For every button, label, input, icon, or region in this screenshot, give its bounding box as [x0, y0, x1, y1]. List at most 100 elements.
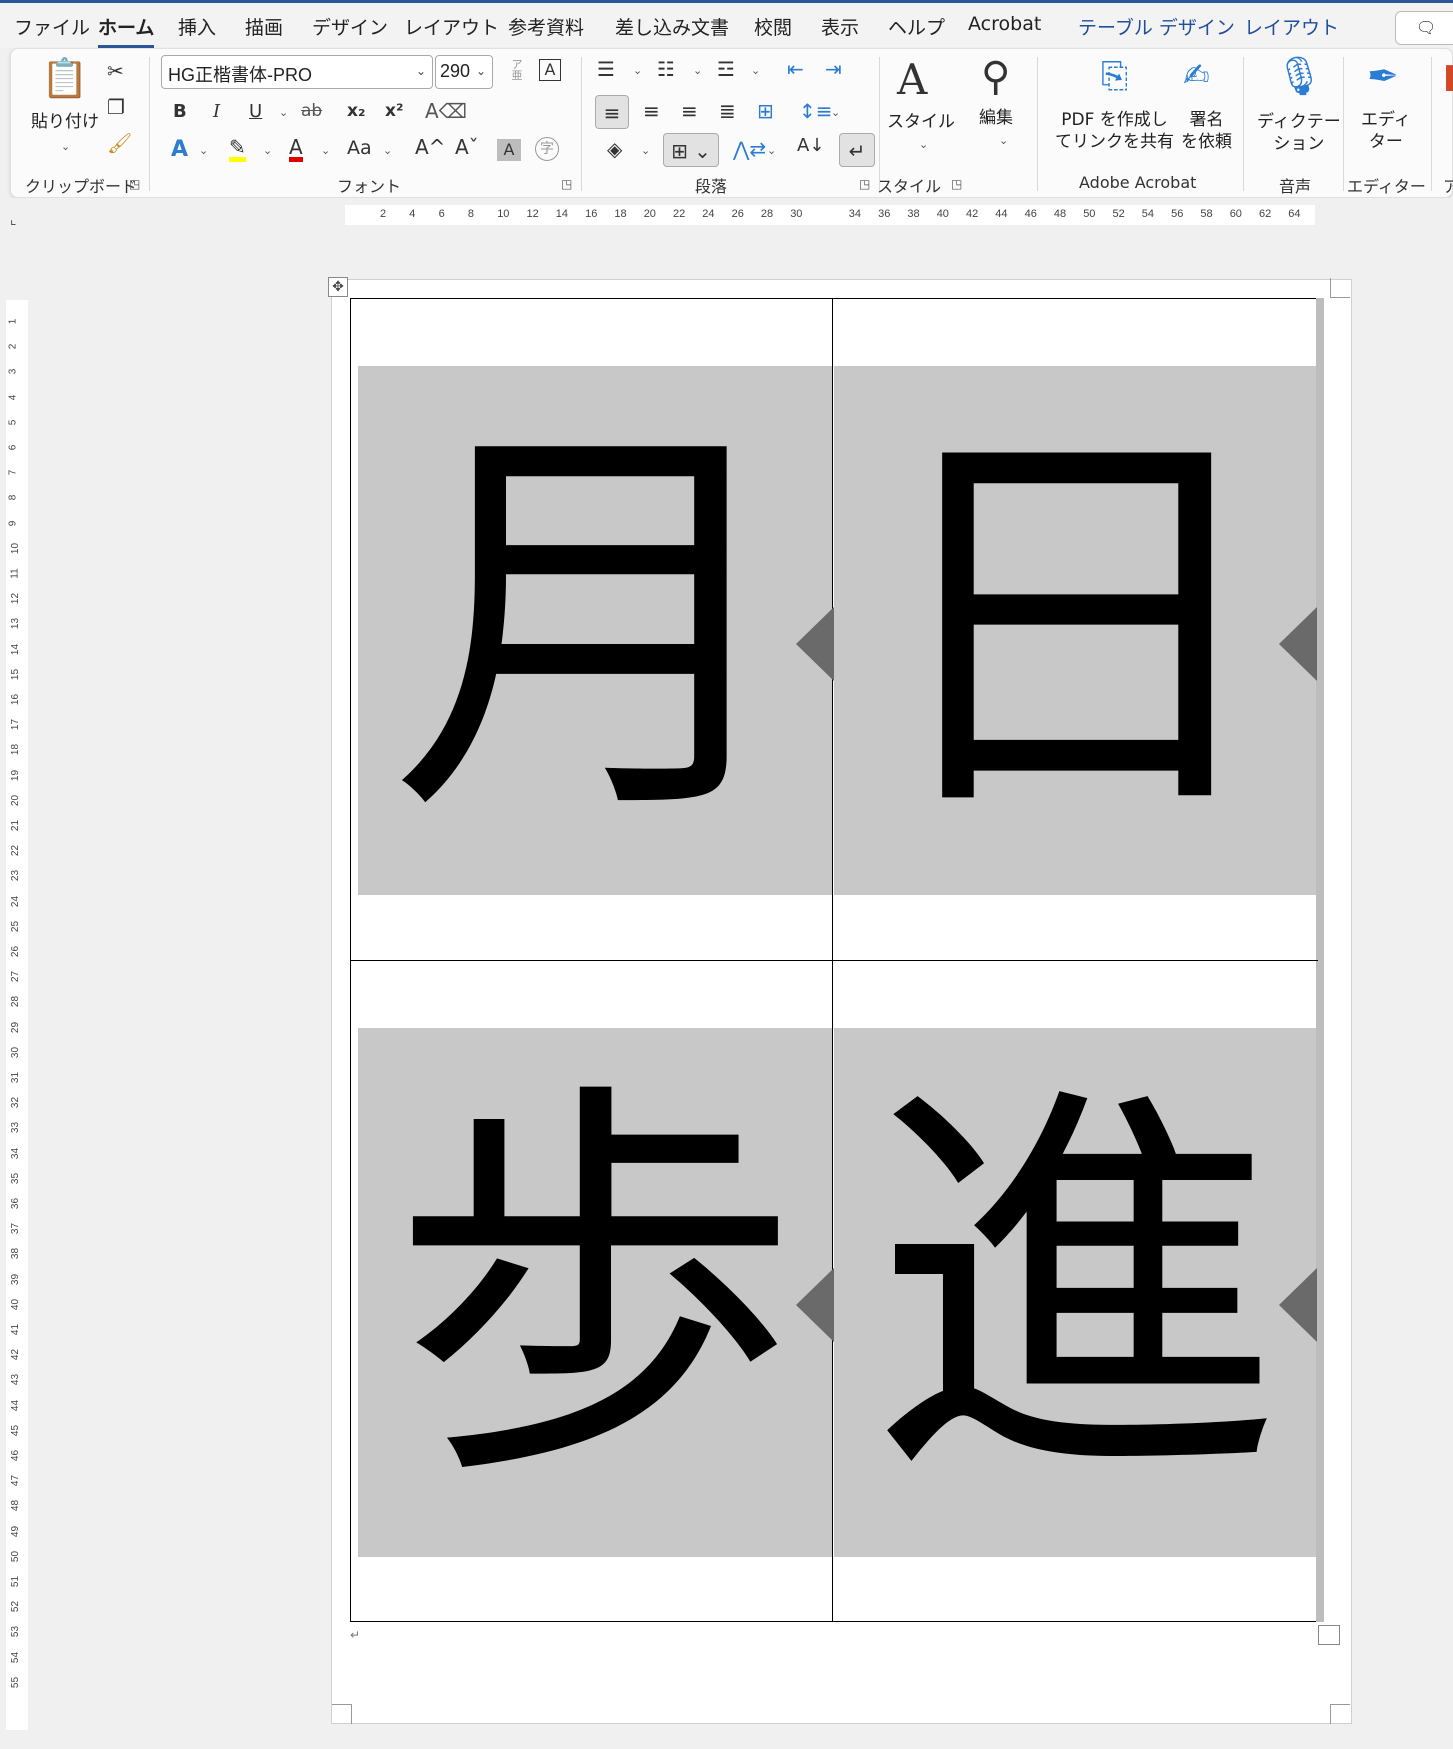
kanji-card-text: 進 [870, 1050, 1280, 1528]
font-color-icon[interactable]: A [289, 137, 303, 162]
tab-table-layout[interactable]: レイアウト [1244, 13, 1339, 40]
pdf-share-button[interactable]: PDF を作成し てリンクを共有 [1055, 109, 1174, 153]
character-shading-button[interactable]: A [497, 139, 521, 161]
underline-button[interactable]: U [249, 103, 262, 121]
request-signature-icon[interactable]: ✍ [1183, 59, 1210, 91]
chevron-down-icon[interactable]: ⌄ [999, 135, 1008, 146]
bullets-icon[interactable]: ☰ [597, 59, 615, 79]
microphone-icon[interactable]: 🎙 [1275, 57, 1323, 95]
increase-indent-icon[interactable]: ⇥ [825, 59, 842, 79]
superscript-button[interactable]: x² [385, 103, 403, 120]
subscript-button[interactable]: x₂ [347, 103, 365, 120]
ruler-number: 38 [907, 208, 920, 220]
tab-insert[interactable]: 挿入 [178, 13, 216, 40]
paste-button[interactable]: 貼り付け [31, 111, 99, 133]
card-cell-3[interactable]: 歩 [358, 1028, 832, 1557]
italic-button[interactable]: I [213, 103, 220, 121]
clear-formatting-icon[interactable]: A⌫ [425, 101, 467, 121]
decrease-indent-icon[interactable]: ⇤ [787, 59, 804, 79]
asian-layout-icon[interactable]: ⋀⇄ [733, 139, 766, 159]
kanji-card-text: 日 [870, 388, 1280, 866]
chevron-down-icon[interactable]: ⌄ [199, 145, 208, 156]
card-cell-2[interactable]: 日 [834, 366, 1316, 895]
font-launcher-icon[interactable]: ◳ [561, 177, 572, 191]
align-center-icon[interactable]: ≡ [643, 101, 660, 121]
acrobat-group-label: Adobe Acrobat [1079, 173, 1197, 192]
strikethrough-button[interactable]: ab [301, 103, 322, 120]
tab-acrobat[interactable]: Acrobat [968, 13, 1041, 35]
text-effects-icon[interactable]: A [171, 139, 188, 161]
numbering-icon[interactable]: ☷ [657, 59, 675, 79]
chevron-down-icon[interactable]: ⌄ [633, 65, 642, 76]
tab-references[interactable]: 参考資料 [508, 13, 584, 40]
tab-draw[interactable]: 描画 [245, 13, 283, 40]
chevron-down-icon[interactable]: ⌄ [831, 107, 840, 118]
cut-icon[interactable]: ✂ [107, 61, 124, 81]
distributed-icon[interactable]: ⊞ [757, 101, 774, 121]
vertical-ruler[interactable]: 1 2 3 4 5 6 7 8 9 10 11 12 13 14 15 16 17 18 19 20 21 22 23 24 2… [6, 300, 28, 1730]
request-signature-button[interactable]: 署名 を依頼 [1181, 109, 1232, 153]
font-size-box[interactable]: 290 ⌄ [435, 55, 493, 89]
editing-button[interactable]: 編集 [979, 107, 1013, 129]
change-case-button[interactable]: Aa [347, 139, 372, 158]
highlight-icon[interactable]: ✎ [229, 137, 246, 162]
bold-button[interactable]: B [173, 103, 187, 121]
table-move-handle-icon[interactable]: ✥ [328, 277, 348, 297]
paste-dropdown-icon[interactable]: ⌄ [61, 141, 70, 152]
styles-button[interactable]: スタイル [887, 111, 955, 133]
chevron-down-icon[interactable]: ⌄ [263, 145, 272, 156]
align-right-icon[interactable]: ≡ [681, 101, 698, 121]
chevron-down-icon[interactable]: ⌄ [321, 145, 330, 156]
format-painter-icon[interactable]: 🖌 [107, 133, 132, 153]
chevron-down-icon[interactable]: ⌄ [751, 65, 760, 76]
tab-mailings[interactable]: 差し込み文書 [615, 13, 729, 40]
editor-pen-icon[interactable]: ✒ [1367, 57, 1399, 95]
paste-icon[interactable]: 📋 [41, 59, 88, 97]
chevron-down-icon[interactable]: ⌄ [693, 65, 702, 76]
line-spacing-icon[interactable]: ↕≡ [799, 101, 833, 121]
pdf-share-icon[interactable]: ⎘ [1101, 59, 1128, 93]
find-icon[interactable]: ⚲ [981, 57, 1010, 97]
tab-layout[interactable]: レイアウト [404, 13, 499, 40]
chevron-down-icon[interactable]: ⌄ [641, 145, 650, 156]
align-left-icon[interactable]: ≡ [595, 95, 629, 129]
tab-review[interactable]: 校閲 [754, 13, 792, 40]
shrink-font-button[interactable]: Aˇ [455, 137, 479, 157]
chevron-down-icon[interactable]: ⌄ [383, 145, 392, 156]
chevron-down-icon[interactable]: ⌄ [279, 107, 288, 118]
styles-launcher-icon[interactable]: ◳ [951, 177, 962, 191]
tab-help[interactable]: ヘルプ [888, 13, 945, 40]
styles-icon[interactable]: A [897, 59, 927, 101]
tab-table-design[interactable]: テーブル デザイン [1078, 13, 1235, 40]
multilevel-list-icon[interactable]: ☲ [717, 59, 735, 79]
tab-design[interactable]: デザイン [312, 13, 388, 40]
enclosed-character-button[interactable]: 字 [535, 137, 559, 161]
show-formatting-icon[interactable]: ↵ [839, 133, 875, 167]
grow-font-button[interactable]: A^ [415, 137, 445, 157]
vertical-ruler-number: 20 [10, 794, 22, 806]
sort-icon[interactable]: A↓ [797, 137, 824, 155]
shading-icon[interactable]: ◈ [607, 139, 622, 159]
tab-file[interactable]: ファイル [14, 13, 90, 40]
tab-view[interactable]: 表示 [821, 13, 859, 40]
card-cell-1[interactable]: 月 [358, 366, 832, 895]
paragraph-launcher-icon[interactable]: ◳ [859, 177, 870, 191]
tab-home[interactable]: ホーム [98, 13, 155, 48]
font-name-box[interactable]: HG正楷書体-PRO ⌄ [161, 55, 433, 89]
comments-button[interactable]: 🗨 [1395, 11, 1453, 45]
chevron-down-icon[interactable]: ⌄ [767, 145, 776, 156]
card-cell-4[interactable]: 進 [834, 1028, 1316, 1557]
tab-selector-icon[interactable]: ⌞ [10, 212, 17, 228]
chevron-down-icon[interactable]: ⌄ [919, 139, 928, 150]
next-group-icon[interactable]: ▮ [1443, 59, 1453, 93]
copy-icon[interactable]: ❐ [107, 97, 125, 117]
table-resize-handle[interactable] [1318, 1625, 1340, 1645]
phonetic-guide-icon[interactable]: ア亜 [507, 59, 527, 81]
dictate-button[interactable]: ディクテー ション [1257, 111, 1341, 155]
justify-icon[interactable]: ≣ [719, 101, 736, 121]
character-border-icon[interactable]: A [539, 59, 561, 81]
clipboard-launcher-icon[interactable]: ◳ [129, 177, 140, 191]
horizontal-ruler[interactable]: 2 4 6 8 10 12 14 16 18 20 22 24 26 28 30 34 36 38 40 42 44 46… [0, 198, 1453, 234]
editor-button[interactable]: エディ ター [1361, 109, 1411, 153]
borders-icon[interactable]: ⊞ ⌄ [663, 133, 719, 167]
